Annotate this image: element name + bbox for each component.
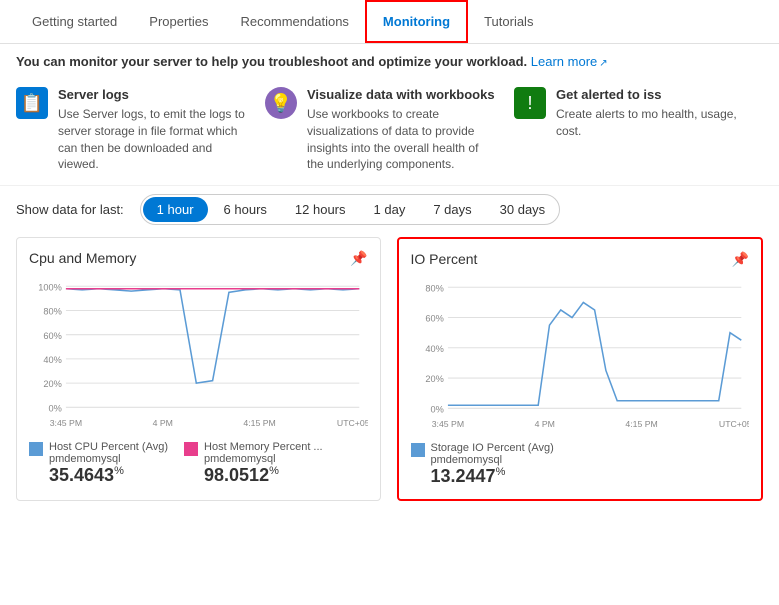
legend-value: 13.2447% [431,466,554,487]
card-alerts: ! Get alerted to iss Create alerts to mo… [514,87,763,173]
time-option-7-days[interactable]: 7 days [419,197,485,222]
pin-icon[interactable]: 📌 [350,250,367,267]
chart-legend: Storage IO Percent (Avg) pmdemomysql 13.… [411,442,750,487]
learn-more-link[interactable]: Learn more [531,54,608,69]
nav-item-monitoring[interactable]: Monitoring [365,0,468,43]
chart-header: IO Percent 📌 [411,251,750,268]
alerts-title: Get alerted to iss [556,87,747,102]
legend-color [184,442,198,456]
workbooks-text: Use workbooks to create visualizations o… [307,106,498,173]
legend-label: Storage IO Percent (Avg) [431,442,554,454]
legend-item: Host Memory Percent ... pmdemomysql 98.0… [184,441,323,486]
server-logs-body: Server logs Use Server logs, to emit the… [58,87,249,173]
card-server-logs: 📋 Server logs Use Server logs, to emit t… [16,87,265,173]
chart-area: 80% 60% 40% 20% 0% 3:45 PM 4 PM 4:15 PM UTC+05:3… [411,276,750,436]
chart-header: Cpu and Memory 📌 [29,250,368,267]
time-option-30-days[interactable]: 30 days [486,197,560,222]
chart-area: 100% 80% 60% 40% 20% 0% 3:45 PM 4 PM 4:15 PM UTC+… [29,275,368,435]
chart-legend: Host CPU Percent (Avg) pmdemomysql 35.46… [29,441,368,486]
time-filter-label: Show data for last: [16,202,124,217]
svg-text:4 PM: 4 PM [534,419,554,429]
legend-sublabel: pmdemomysql [49,453,168,465]
legend-color [29,442,43,456]
legend-color [411,443,425,457]
legend-sublabel: pmdemomysql [431,454,554,466]
card-workbooks: 💡 Visualize data with workbooks Use work… [265,87,514,173]
navigation: Getting startedPropertiesRecommendations… [0,0,779,44]
chart-title: Cpu and Memory [29,250,136,266]
server-logs-text: Use Server logs, to emit the logs to ser… [58,106,249,173]
chart-cpu-memory: Cpu and Memory 📌 100% 80% 60% 40% 20% 0% 3:45 … [16,237,381,501]
alerts-body: Get alerted to iss Create alerts to mo h… [556,87,747,140]
time-option-12-hours[interactable]: 12 hours [281,197,360,222]
svg-text:40%: 40% [43,355,61,365]
legend-item: Host CPU Percent (Avg) pmdemomysql 35.46… [29,441,168,486]
svg-text:40%: 40% [425,344,443,354]
workbooks-title: Visualize data with workbooks [307,87,498,102]
info-text: You can monitor your server to help you … [16,54,527,69]
legend-label: Host Memory Percent ... [204,441,323,453]
server-logs-title: Server logs [58,87,249,102]
alerts-text: Create alerts to mo health, usage, cost. [556,106,747,140]
chart-svg: 100% 80% 60% 40% 20% 0% 3:45 PM 4 PM 4:15 PM UTC+… [29,275,368,435]
time-option-1-day[interactable]: 1 day [360,197,420,222]
time-options: 1 hour6 hours12 hours1 day7 days30 days [140,194,561,225]
chart-io-percent: IO Percent 📌 80% 60% 40% 20% 0% 3:45 PM 4 PM 4:… [397,237,764,501]
svg-text:3:45 PM: 3:45 PM [50,418,82,428]
time-option-6-hours[interactable]: 6 hours [210,197,281,222]
alerts-icon: ! [514,87,546,119]
svg-text:20%: 20% [425,374,443,384]
chart-svg: 80% 60% 40% 20% 0% 3:45 PM 4 PM 4:15 PM UTC+05:3… [411,276,750,436]
svg-text:0%: 0% [430,405,443,415]
nav-item-tutorials[interactable]: Tutorials [468,2,549,41]
workbooks-body: Visualize data with workbooks Use workbo… [307,87,498,173]
svg-text:4:15 PM: 4:15 PM [625,419,657,429]
legend-label: Host CPU Percent (Avg) [49,441,168,453]
server-logs-icon: 📋 [16,87,48,119]
svg-text:60%: 60% [43,331,61,341]
svg-text:80%: 80% [425,284,443,294]
svg-text:80%: 80% [43,307,61,317]
nav-item-properties[interactable]: Properties [133,2,224,41]
svg-text:60%: 60% [425,314,443,324]
legend-value: 98.0512% [204,465,323,486]
svg-text:4:15 PM: 4:15 PM [243,418,275,428]
legend-sublabel: pmdemomysql [204,453,323,465]
legend-item: Storage IO Percent (Avg) pmdemomysql 13.… [411,442,554,487]
time-filter: Show data for last: 1 hour6 hours12 hour… [0,185,779,237]
svg-text:4 PM: 4 PM [153,418,173,428]
pin-icon[interactable]: 📌 [732,251,749,268]
legend-value: 35.4643% [49,465,168,486]
workbooks-icon: 💡 [265,87,297,119]
nav-item-getting-started[interactable]: Getting started [16,2,133,41]
cards-row: 📋 Server logs Use Server logs, to emit t… [0,79,779,185]
info-bar: You can monitor your server to help you … [0,44,779,79]
svg-text:20%: 20% [43,379,61,389]
time-option-1-hour[interactable]: 1 hour [143,197,208,222]
nav-item-recommendations[interactable]: Recommendations [225,2,365,41]
svg-text:UTC+05:30: UTC+05:30 [337,418,368,428]
svg-text:0%: 0% [48,404,61,414]
charts-row: Cpu and Memory 📌 100% 80% 60% 40% 20% 0% 3:45 … [0,237,779,517]
svg-text:3:45 PM: 3:45 PM [431,419,463,429]
svg-text:100%: 100% [38,283,62,293]
svg-text:UTC+05:30: UTC+05:30 [718,419,749,429]
chart-title: IO Percent [411,251,478,267]
